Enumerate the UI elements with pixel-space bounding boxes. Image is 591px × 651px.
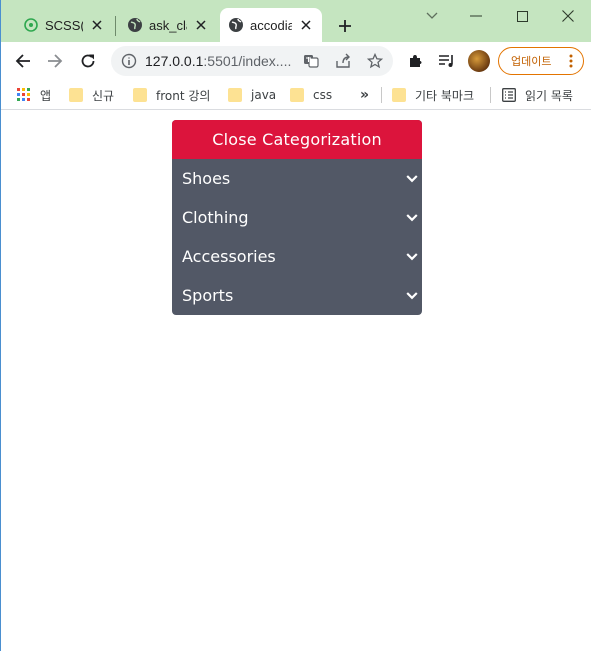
url-text: 127.0.0.1:5501/index.... xyxy=(145,53,291,69)
tab-ask-cla[interactable]: ask_cla xyxy=(119,8,217,42)
more-vert-icon xyxy=(569,54,573,68)
close-categorization-button[interactable]: Close Categorization xyxy=(172,120,422,159)
bookmarks-bar: 앱 신규 front 강의 java css » 기타 북마크 읽기 목록 xyxy=(1,80,591,110)
bookmark-folder[interactable]: java xyxy=(228,85,276,105)
url-path: :5501/index.... xyxy=(203,53,292,69)
apps-grid-icon xyxy=(17,88,30,101)
bookmark-folder[interactable]: front 강의 xyxy=(133,85,210,105)
accordion-item-accessories[interactable]: Accessories xyxy=(172,237,422,276)
chevron-down-icon xyxy=(406,213,418,221)
forward-button[interactable] xyxy=(43,49,67,73)
close-icon[interactable] xyxy=(193,17,209,33)
reload-icon xyxy=(81,54,95,68)
close-icon[interactable] xyxy=(89,17,105,33)
folder-icon xyxy=(290,88,304,102)
translate-icon[interactable] xyxy=(303,53,319,69)
accordion-item-label: Clothing xyxy=(182,208,249,227)
globe-icon xyxy=(229,18,243,32)
page-content: Close Categorization Shoes Clothing Acce… xyxy=(1,111,591,651)
tab-search-button[interactable] xyxy=(409,0,455,32)
chevron-down-icon xyxy=(406,174,418,182)
folder-icon xyxy=(133,88,147,102)
bookmarks-separator xyxy=(490,87,491,103)
share-icon[interactable] xyxy=(335,53,351,69)
maximize-icon xyxy=(516,10,528,22)
puzzle-icon xyxy=(410,55,422,67)
browser-window: SCSS(Sa ask_cla accodia xyxy=(0,0,591,651)
maximize-button[interactable] xyxy=(499,0,545,32)
bookmark-label: 신규 xyxy=(92,88,115,103)
chevron-down-icon xyxy=(426,12,438,19)
chevron-down-icon xyxy=(406,291,418,299)
arrow-right-icon xyxy=(48,54,63,68)
chevron-down-icon xyxy=(406,252,418,260)
bookmarks-overflow-button[interactable]: » xyxy=(360,85,369,105)
other-bookmarks-label: 기타 북마크 xyxy=(415,88,475,103)
close-icon[interactable] xyxy=(298,17,314,33)
globe-icon xyxy=(128,18,142,32)
address-bar[interactable]: 127.0.0.1:5501/index.... xyxy=(111,46,393,76)
star-icon[interactable] xyxy=(367,53,383,69)
tab-title: SCSS(Sa xyxy=(45,17,83,33)
url-host: 127.0.0.1 xyxy=(145,53,204,69)
new-tab-button[interactable] xyxy=(333,14,357,38)
reading-list-icon xyxy=(502,88,516,102)
update-button[interactable]: 업데이트 xyxy=(498,47,584,75)
bookmark-apps[interactable]: 앱 xyxy=(17,85,51,105)
accordion-item-sports[interactable]: Sports xyxy=(172,276,422,315)
tab-strip: SCSS(Sa ask_cla accodia xyxy=(1,0,591,42)
close-icon xyxy=(562,10,574,22)
extensions-button[interactable] xyxy=(403,49,427,73)
accordion-item-label: Accessories xyxy=(182,247,276,266)
info-icon[interactable] xyxy=(121,53,137,69)
reading-list-label: 읽기 목록 xyxy=(525,88,573,103)
media-control-button[interactable] xyxy=(435,49,459,73)
tab-scss[interactable]: SCSS(Sa xyxy=(15,8,113,42)
tab-title: accodia xyxy=(250,17,292,33)
browser-toolbar: 127.0.0.1:5501/index.... 업데이트 xyxy=(1,42,591,80)
tab-title: ask_cla xyxy=(149,17,187,33)
bookmarks-separator xyxy=(381,87,382,103)
category-accordion: Close Categorization Shoes Clothing Acce… xyxy=(172,120,422,315)
arrow-left-icon xyxy=(15,54,30,68)
overflow-label: » xyxy=(360,87,370,103)
bookmark-label: css xyxy=(313,88,333,102)
bookmark-folder[interactable]: css xyxy=(290,85,332,105)
back-button[interactable] xyxy=(11,49,35,73)
folder-icon xyxy=(392,88,406,102)
update-label: 업데이트 xyxy=(511,55,552,68)
playlist-icon xyxy=(439,55,453,67)
minimize-icon xyxy=(470,15,482,17)
bookmark-folder[interactable]: 신규 xyxy=(69,85,114,105)
profile-avatar[interactable] xyxy=(468,50,490,72)
bookmark-label: 앱 xyxy=(40,88,52,103)
other-bookmarks[interactable]: 기타 북마크 xyxy=(392,85,474,105)
accordion-item-label: Sports xyxy=(182,286,234,305)
plus-icon xyxy=(339,20,351,32)
folder-icon xyxy=(69,88,83,102)
scss-favicon-icon xyxy=(24,18,38,32)
minimize-button[interactable] xyxy=(453,0,499,32)
reading-list[interactable]: 읽기 목록 xyxy=(502,85,573,105)
accordion-item-clothing[interactable]: Clothing xyxy=(172,198,422,237)
accordion-item-label: Shoes xyxy=(182,169,231,188)
tab-accodia[interactable]: accodia xyxy=(220,8,322,42)
bookmark-label: front 강의 xyxy=(156,88,211,103)
accordion-item-shoes[interactable]: Shoes xyxy=(172,159,422,198)
folder-icon xyxy=(228,88,242,102)
bookmark-label: java xyxy=(251,88,277,102)
reload-button[interactable] xyxy=(76,49,100,73)
window-close-button[interactable] xyxy=(545,0,591,32)
tab-separator xyxy=(115,16,116,36)
